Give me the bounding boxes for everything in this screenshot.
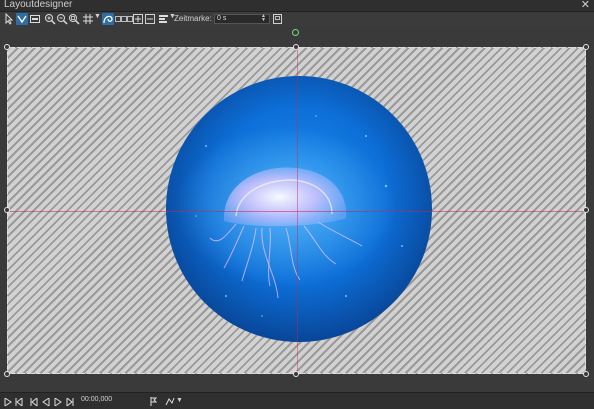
playback-bar: 00:00,000 ▼: [0, 392, 594, 409]
handle-bottom-center[interactable]: [293, 371, 299, 377]
rotation-handle[interactable]: [292, 29, 299, 36]
zoom-in-icon[interactable]: [44, 13, 56, 25]
zoom-fit-icon[interactable]: [68, 13, 80, 25]
zeitmarke-spinner[interactable]: ▲ ▼: [261, 14, 266, 23]
curve-icon[interactable]: [102, 13, 114, 25]
zeitmarke-label: Zeitmarke:: [174, 14, 212, 23]
handle-top-left[interactable]: [4, 44, 10, 50]
window-title: Layoutdesigner: [4, 0, 73, 10]
handle-middle-left[interactable]: [4, 207, 10, 213]
marker-icon[interactable]: [150, 397, 160, 409]
forward-icon[interactable]: [54, 397, 62, 409]
vertical-guide: [297, 48, 298, 373]
minus-icon[interactable]: [145, 14, 155, 24]
step-back-icon[interactable]: [15, 396, 23, 409]
close-icon[interactable]: ✕: [581, 0, 590, 11]
jellyfish-photo[interactable]: [166, 76, 432, 342]
toolbar: ▼ ▼ Zeitmarke: 0 s ▲ ▼: [0, 12, 594, 26]
plus-icon[interactable]: [133, 14, 143, 24]
grid-icon[interactable]: [82, 13, 94, 25]
handle-bottom-right[interactable]: [583, 371, 589, 377]
title-bar: Layoutdesigner ✕: [0, 0, 594, 12]
zoom-out-icon[interactable]: [56, 13, 68, 25]
mode-icon[interactable]: [165, 397, 175, 409]
play-icon[interactable]: [4, 397, 12, 409]
layout-workarea: [0, 26, 594, 391]
timecode-display: 00:00,000: [81, 396, 113, 403]
select-icon[interactable]: [3, 13, 15, 25]
prev-icon[interactable]: [30, 396, 38, 409]
handle-bottom-left[interactable]: [4, 371, 10, 377]
back-icon[interactable]: [42, 397, 50, 409]
fit-icon[interactable]: [29, 13, 41, 25]
save-icon[interactable]: [273, 14, 282, 24]
mode-dropdown-icon[interactable]: ▼: [176, 397, 183, 404]
handle-middle-right[interactable]: [583, 207, 589, 213]
handle-top-right[interactable]: [583, 44, 589, 50]
layout-canvas[interactable]: [7, 47, 586, 374]
multi-select-icon[interactable]: [16, 13, 28, 25]
grid-dropdown-icon[interactable]: ▼: [94, 13, 101, 20]
next-icon[interactable]: [66, 396, 74, 409]
handle-top-center[interactable]: [293, 44, 299, 50]
